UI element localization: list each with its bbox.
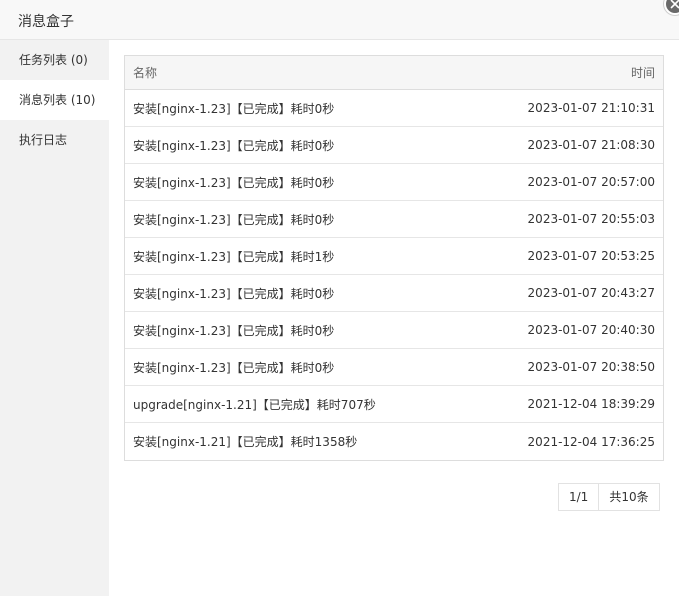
message-name: 安装[nginx-1.23]【已完成】耗时0秒 [133,360,335,375]
message-time: 2023-01-07 21:08:30 [527,138,655,152]
message-time: 2023-01-07 20:53:25 [527,249,655,263]
window-title: 消息盒子 [18,14,74,30]
table-row: 安装[nginx-1.23]【已完成】耗时0秒 2023-01-07 20:43:… [125,275,663,312]
column-header-time: 时间 [630,66,655,80]
message-time: 2023-01-07 20:43:27 [527,286,655,300]
main-panel: 名称 时间 安装[nginx-1.23]【已完成】耗时0秒 2023-01-07 … [109,40,679,596]
table-row: 安装[nginx-1.23]【已完成】耗时1秒 2023-01-07 20:53:… [125,238,663,275]
message-time: 2023-01-07 20:38:50 [527,360,655,374]
table-row: 安装[nginx-1.23]【已完成】耗时0秒 2023-01-07 21:10:… [125,90,663,127]
close-icon [670,0,679,9]
message-time: 2023-01-07 20:40:30 [527,323,655,337]
message-name: 安装[nginx-1.23]【已完成】耗时0秒 [133,175,335,190]
total-count: 共10条 [609,490,649,504]
table-row: 安装[nginx-1.23]【已完成】耗时0秒 2023-01-07 20:57:… [125,164,663,201]
message-name: 安装[nginx-1.23]【已完成】耗时0秒 [133,286,335,301]
message-time: 2023-01-07 20:55:03 [527,212,655,226]
message-name: 安装[nginx-1.23]【已完成】耗时1秒 [133,249,335,264]
message-time: 2023-01-07 20:57:00 [527,175,655,189]
sidebar: 任务列表 (0) 消息列表 (10) 执行日志 [0,40,109,596]
pagination: 1/1 共10条 [558,483,660,511]
sidebar-item-messages[interactable]: 消息列表 (10) [0,80,109,120]
table-row: 安装[nginx-1.23]【已完成】耗时0秒 2023-01-07 21:08:… [125,127,663,164]
message-name: 安装[nginx-1.23]【已完成】耗时0秒 [133,138,335,153]
message-time: 2021-12-04 18:39:29 [527,397,655,411]
page-indicator[interactable]: 1/1 [559,484,600,510]
table-row: 安装[nginx-1.23]【已完成】耗时0秒 2023-01-07 20:38:… [125,349,663,386]
message-table: 名称 时间 安装[nginx-1.23]【已完成】耗时0秒 2023-01-07 … [124,55,664,461]
message-name: 安装[nginx-1.23]【已完成】耗时0秒 [133,323,335,338]
column-header-name: 名称 [133,66,158,80]
table-row: 安装[nginx-1.23]【已完成】耗时0秒 2023-01-07 20:55:… [125,201,663,238]
message-name: 安装[nginx-1.23]【已完成】耗时0秒 [133,101,335,116]
table-row: 安装[nginx-1.21]【已完成】耗时1358秒 2021-12-04 17:… [125,423,663,460]
message-name: 安装[nginx-1.23]【已完成】耗时0秒 [133,212,335,227]
table-row: upgrade[nginx-1.21]【已完成】耗时707秒 2021-12-04… [125,386,663,423]
message-name: upgrade[nginx-1.21]【已完成】耗时707秒 [133,397,376,412]
table-header: 名称 时间 [125,56,663,90]
sidebar-item-tasks[interactable]: 任务列表 (0) [0,40,109,80]
message-time: 2021-12-04 17:36:25 [527,434,655,449]
sidebar-item-execution-log[interactable]: 执行日志 [0,120,109,160]
message-time: 2023-01-07 21:10:31 [527,101,655,115]
message-name: 安装[nginx-1.21]【已完成】耗时1358秒 [133,435,358,449]
table-row: 安装[nginx-1.23]【已完成】耗时0秒 2023-01-07 20:40:… [125,312,663,349]
title-bar: 消息盒子 [0,0,679,40]
